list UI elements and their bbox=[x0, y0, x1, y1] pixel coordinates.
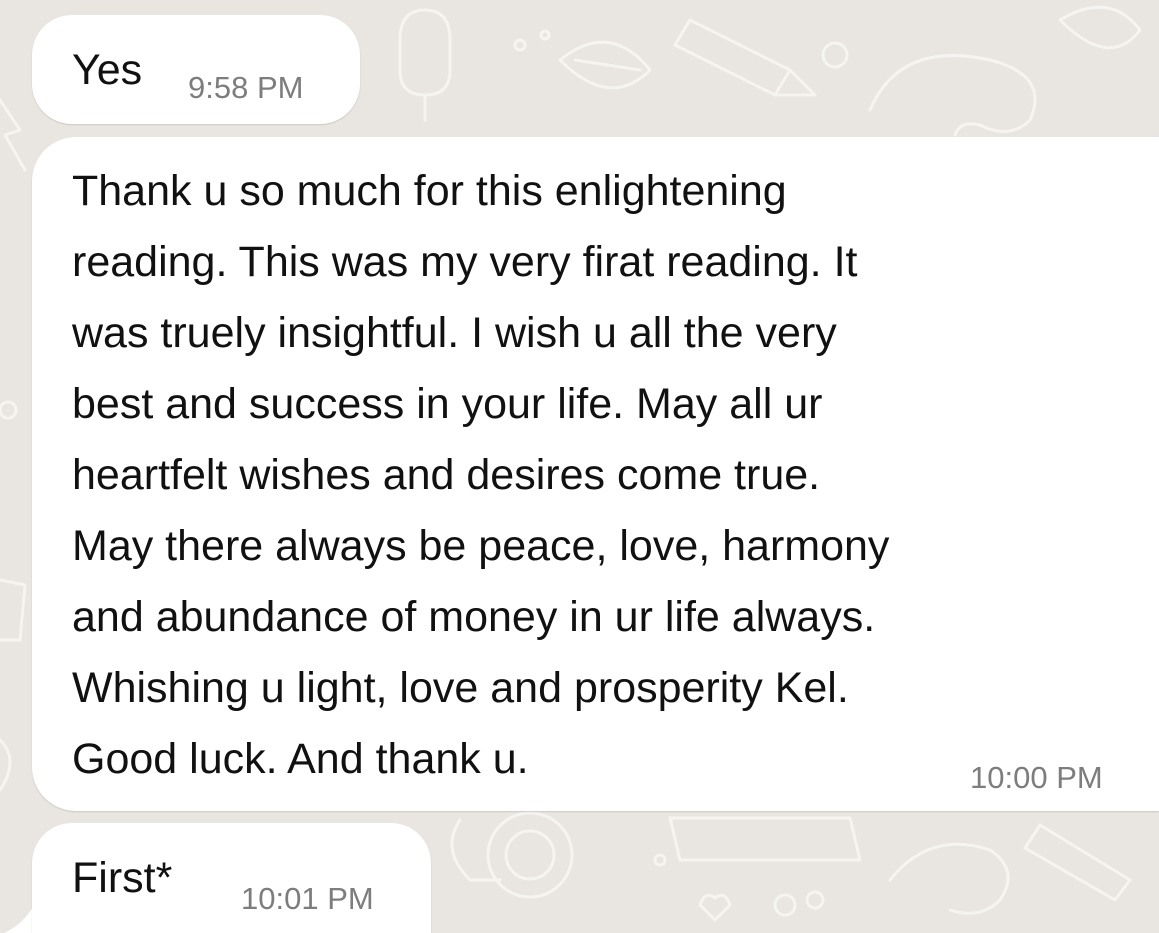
message-text-line: reading. This was my very firat reading.… bbox=[72, 238, 858, 286]
wallpaper-ring-doodle bbox=[486, 811, 574, 899]
wallpaper-cup-doodle bbox=[450, 818, 502, 882]
wallpaper-heart-doodle bbox=[698, 893, 732, 922]
wallpaper-ring-doodle bbox=[805, 890, 825, 910]
wallpaper-ring-doodle bbox=[0, 400, 18, 420]
wallpaper-leaf-doodle bbox=[0, 738, 12, 792]
message-bubble[interactable]: Thank u so much for this enlightening re… bbox=[32, 137, 1159, 811]
message-bubble[interactable]: Yes 9:58 PM bbox=[32, 15, 360, 124]
wallpaper-mic-doodle bbox=[398, 8, 452, 122]
wallpaper-pencil-doodle bbox=[673, 18, 817, 97]
message-text-line: best and success in your life. May all u… bbox=[72, 380, 823, 428]
message-text: First* bbox=[72, 854, 173, 902]
wallpaper-bolt-doodle bbox=[0, 98, 27, 172]
message-text-line: Thank u so much for this enlightening bbox=[72, 167, 787, 215]
message-text: Yes bbox=[72, 46, 143, 94]
wallpaper-leaf-doodle bbox=[1058, 5, 1142, 50]
wallpaper-dot-doodle bbox=[513, 38, 527, 52]
message-text-line: Whishing u light, love and prosperity Ke… bbox=[72, 664, 849, 712]
wallpaper-pencil-doodle bbox=[1023, 823, 1132, 902]
message-text-line: and abundance of money in ur life always… bbox=[72, 593, 876, 641]
wallpaper-ring-doodle bbox=[821, 41, 849, 69]
wallpaper-palette-doodle bbox=[868, 54, 1037, 137]
message-text-line: heartfelt wishes and desires come true. bbox=[72, 451, 821, 499]
wallpaper-dot-doodle bbox=[653, 853, 667, 867]
message-timestamp: 10:01 PM bbox=[241, 881, 374, 916]
wallpaper-ring-doodle bbox=[504, 829, 556, 881]
message-text-line: May there always be peace, love, harmony bbox=[72, 522, 890, 570]
wallpaper-dot-doodle bbox=[539, 29, 551, 41]
wallpaper-camera-doodle bbox=[668, 816, 862, 862]
message-bubble[interactable]: First* 10:01 PM bbox=[32, 823, 431, 933]
wallpaper-palette-doodle bbox=[888, 842, 1010, 915]
message-text-line: was truely insightful. I wish u all the … bbox=[72, 309, 837, 357]
wallpaper-leaf-doodle bbox=[558, 40, 652, 90]
message-timestamp: 9:58 PM bbox=[188, 70, 304, 105]
wallpaper-ring-doodle bbox=[773, 893, 797, 917]
message-text-line: Good luck. And thank u. bbox=[72, 735, 529, 783]
wallpaper-bag-doodle bbox=[0, 578, 27, 642]
message-timestamp: 10:00 PM bbox=[970, 760, 1103, 795]
